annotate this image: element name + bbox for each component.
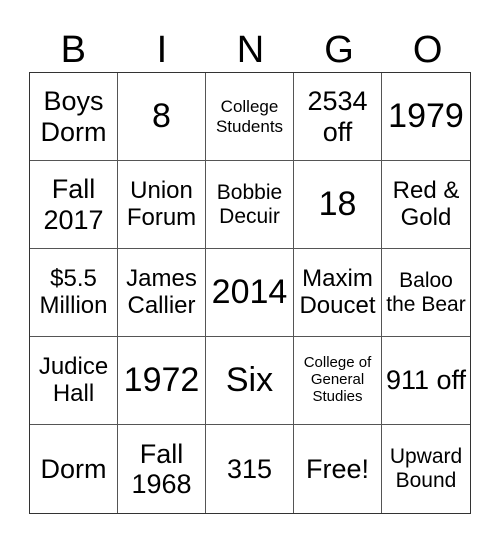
bingo-cell[interactable]: Boys Dorm [30, 73, 118, 161]
bingo-cell[interactable]: Red & Gold [382, 161, 470, 249]
bingo-cell[interactable]: 8 [118, 73, 206, 161]
bingo-cell[interactable]: Upward Bound [382, 425, 470, 513]
bingo-cell[interactable]: Dorm [30, 425, 118, 513]
bingo-cell[interactable]: 18 [294, 161, 382, 249]
bingo-grid: Boys Dorm 8 College Students 2534 off 19… [29, 72, 471, 514]
bingo-cell[interactable]: College of General Studies [294, 337, 382, 425]
bingo-cell-free[interactable]: Free! [294, 425, 382, 513]
header-letter-o: O [412, 29, 443, 71]
bingo-cell[interactable]: James Callier [118, 249, 206, 337]
header-letter-g: G [324, 29, 354, 71]
bingo-cell[interactable]: $5.5 Million [30, 249, 118, 337]
bingo-cell[interactable]: College Students [206, 73, 294, 161]
bingo-cell[interactable]: Baloo the Bear [382, 249, 470, 337]
bingo-cell[interactable]: 315 [206, 425, 294, 513]
bingo-cell[interactable]: Judice Hall [30, 337, 118, 425]
bingo-cell[interactable]: Fall 2017 [30, 161, 118, 249]
bingo-header: B I N G O [29, 28, 472, 72]
bingo-cell[interactable]: 2534 off [294, 73, 382, 161]
bingo-cell[interactable]: 911 off [382, 337, 470, 425]
bingo-cell[interactable]: 2014 [206, 249, 294, 337]
header-letter-b: B [60, 29, 86, 71]
bingo-cell[interactable]: Six [206, 337, 294, 425]
bingo-cell[interactable]: 1972 [118, 337, 206, 425]
bingo-cell[interactable]: Bobbie Decuir [206, 161, 294, 249]
bingo-cell[interactable]: Maxim Doucet [294, 249, 382, 337]
bingo-cell[interactable]: 1979 [382, 73, 470, 161]
bingo-cell[interactable]: Fall 1968 [118, 425, 206, 513]
header-letter-i: I [156, 29, 168, 71]
header-letter-n: N [236, 29, 265, 71]
bingo-cell[interactable]: Union Forum [118, 161, 206, 249]
